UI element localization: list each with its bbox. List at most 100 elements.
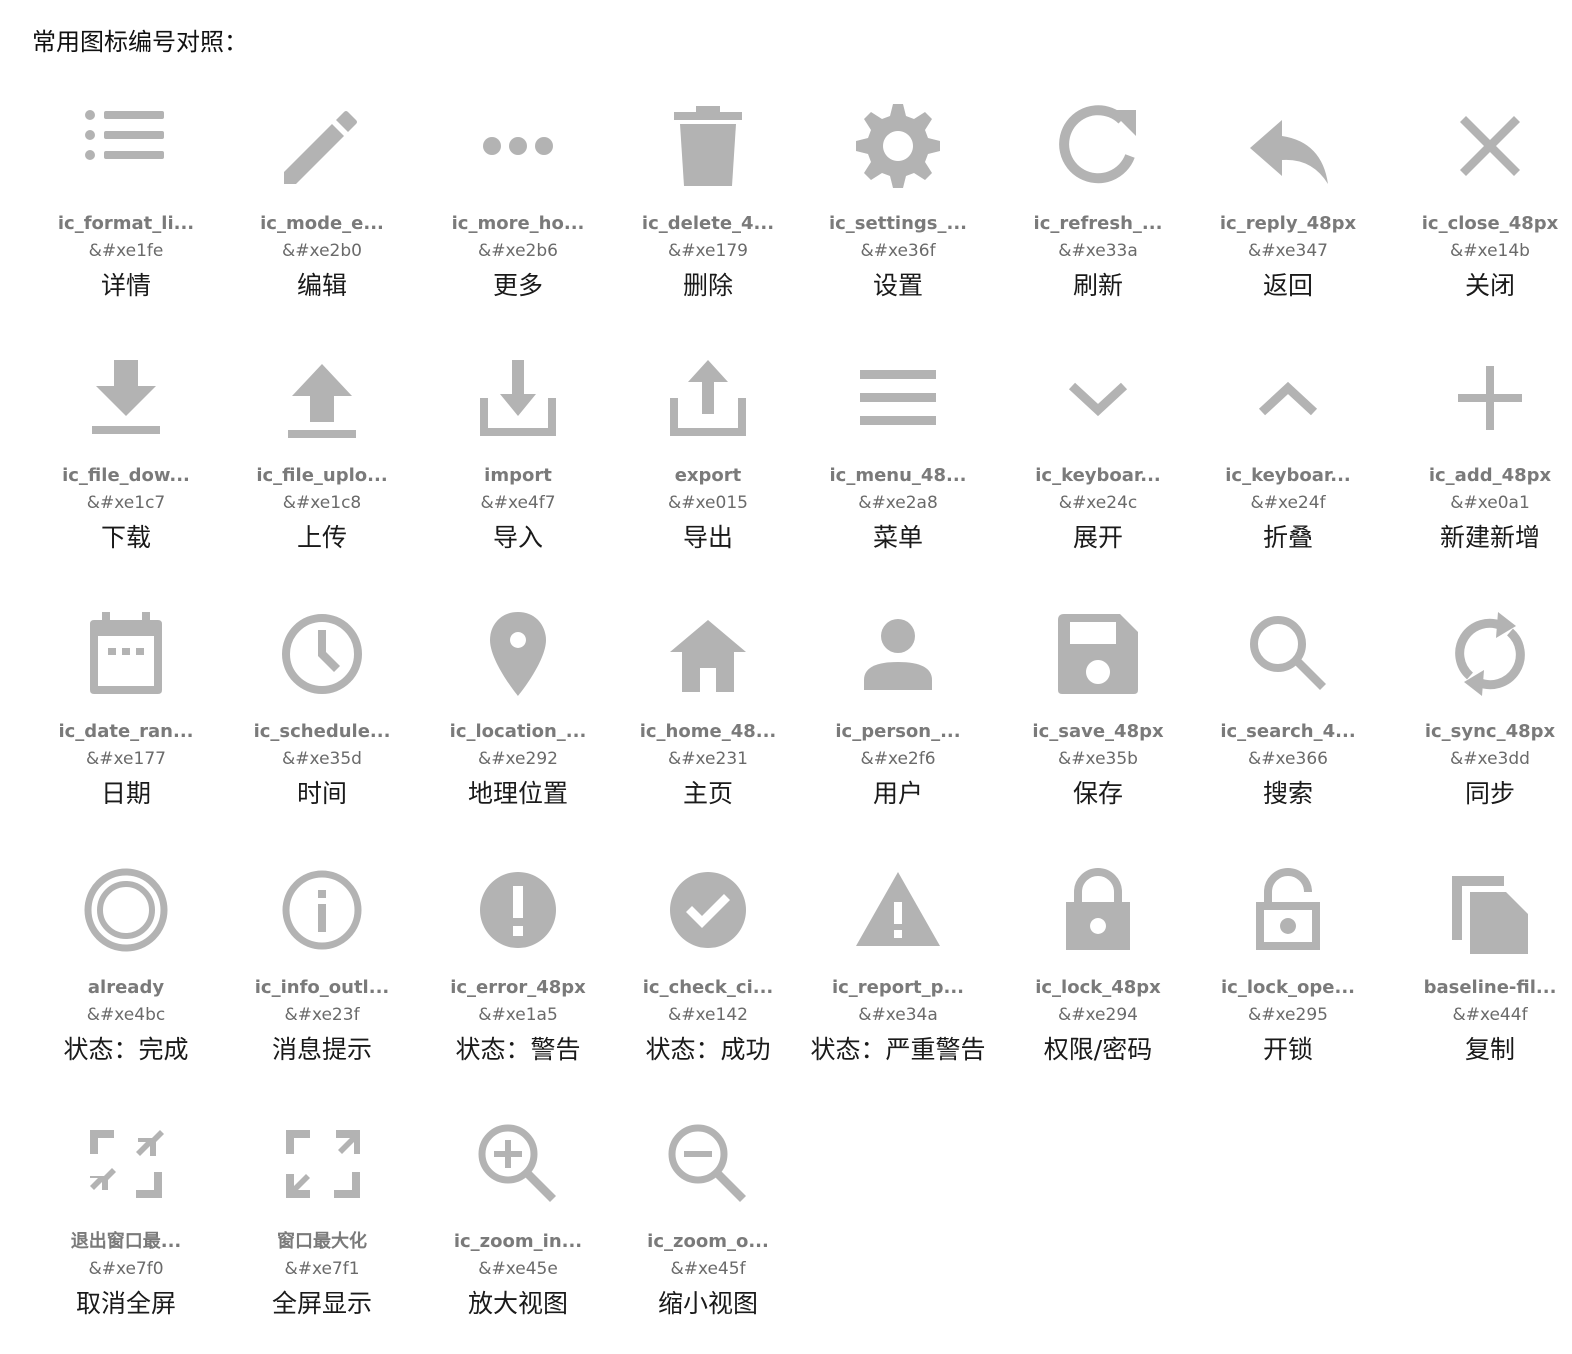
icon-code-label: &#xe292 — [478, 749, 558, 769]
icon-name-label: baseline-fil... — [1423, 977, 1557, 998]
icon-code-label: &#xe7f0 — [88, 1259, 164, 1279]
icon-description: 搜索 — [1262, 779, 1313, 808]
icon-card: ic_check_ci... &#xe142 状态：成功 — [610, 860, 806, 1100]
icon-name-label: ic_schedule... — [253, 721, 391, 742]
icon-name-label: import — [484, 465, 552, 486]
icon-name-label: ic_report_p... — [831, 977, 965, 998]
icon-code-label: &#xe142 — [668, 1005, 748, 1025]
add-icon — [1440, 348, 1540, 448]
zoom-out-icon — [658, 1114, 758, 1214]
icon-card: 窗口最大化 &#xe7f1 全屏显示 — [224, 1114, 420, 1354]
icon-description: 保存 — [1072, 779, 1123, 808]
icon-description: 放大视图 — [467, 1289, 568, 1318]
icon-card: ic_close_48px &#xe14b 关闭 — [1392, 96, 1572, 336]
icon-description: 新建新增 — [1439, 523, 1540, 552]
icon-name-label: ic_keyboar... — [1225, 465, 1351, 486]
icon-description: 状态：警告 — [455, 1035, 581, 1064]
icon-code-label: &#xe2a8 — [858, 493, 938, 513]
info-outline-icon — [272, 860, 372, 960]
menu-icon — [848, 348, 948, 448]
icon-card: ic_report_p... &#xe34a 状态：严重警告 — [800, 860, 996, 1100]
icon-card: ic_reply_48px &#xe347 返回 — [1190, 96, 1386, 336]
icon-code-label: &#xe1c7 — [86, 493, 166, 513]
icon-card: ic_more_ho... &#xe2b6 更多 — [420, 96, 616, 336]
save-icon — [1048, 604, 1148, 704]
icon-name-label: ic_close_48px — [1421, 213, 1559, 234]
icon-description: 展开 — [1072, 523, 1123, 552]
icon-description: 全屏显示 — [271, 1289, 372, 1318]
icon-name-label: ic_format_li... — [57, 213, 195, 234]
icon-description: 时间 — [296, 779, 347, 808]
icon-description: 缩小视图 — [657, 1289, 758, 1318]
refresh-icon — [1048, 96, 1148, 196]
icon-description: 同步 — [1464, 779, 1515, 808]
icon-description: 消息提示 — [271, 1035, 372, 1064]
icon-code-label: &#xe177 — [86, 749, 166, 769]
icon-card: export &#xe015 导出 — [610, 348, 806, 588]
more-horiz-icon — [468, 96, 568, 196]
location-icon — [468, 604, 568, 704]
icon-card: ic_settings_... &#xe36f 设置 — [800, 96, 996, 336]
icon-name-label: ic_zoom_in... — [453, 1231, 583, 1252]
icon-card: ic_lock_48px &#xe294 权限/密码 — [1000, 860, 1196, 1100]
file-copy-icon — [1440, 860, 1540, 960]
icon-code-label: &#xe44f — [1452, 1005, 1528, 1025]
icon-code-label: &#xe1a5 — [478, 1005, 558, 1025]
chevron-up-icon — [1238, 348, 1338, 448]
icon-description: 取消全屏 — [75, 1289, 176, 1318]
icon-description: 编辑 — [296, 271, 347, 300]
icon-code-label: &#xe45e — [478, 1259, 558, 1279]
icon-card: ic_add_48px &#xe0a1 新建新增 — [1392, 348, 1572, 588]
icon-code-label: &#xe24f — [1250, 493, 1326, 513]
icon-card: ic_search_4... &#xe366 搜索 — [1190, 604, 1386, 844]
icon-code-label: &#xe179 — [668, 241, 748, 261]
icon-name-label: ic_add_48px — [1428, 465, 1552, 486]
icon-name-label: ic_info_outl... — [254, 977, 390, 998]
check-circle-icon — [658, 860, 758, 960]
icon-description: 主页 — [682, 779, 733, 808]
icon-code-label: &#xe231 — [668, 749, 748, 769]
icon-card: ic_file_dow... &#xe1c7 下载 — [28, 348, 224, 588]
icon-description: 上传 — [296, 523, 347, 552]
icon-description: 刷新 — [1072, 271, 1123, 300]
icon-name-label: ic_refresh_... — [1033, 213, 1163, 234]
error-icon — [468, 860, 568, 960]
icon-description: 权限/密码 — [1043, 1035, 1153, 1064]
icon-card: 退出窗口最... &#xe7f0 取消全屏 — [28, 1114, 224, 1354]
icon-description: 删除 — [682, 271, 733, 300]
icon-description: 设置 — [872, 271, 923, 300]
search-icon — [1238, 604, 1338, 704]
icon-description: 开锁 — [1262, 1035, 1313, 1064]
file-upload-icon — [272, 348, 372, 448]
icon-name-label: ic_menu_48... — [829, 465, 967, 486]
icon-description: 返回 — [1262, 271, 1313, 300]
icon-name-label: ic_save_48px — [1032, 721, 1164, 742]
icon-description: 地理位置 — [467, 779, 568, 808]
chevron-down-icon — [1048, 348, 1148, 448]
icon-code-label: &#xe24c — [1058, 493, 1138, 513]
import-icon — [468, 348, 568, 448]
icon-card: ic_keyboar... &#xe24c 展开 — [1000, 348, 1196, 588]
icon-grid: ic_format_li... &#xe1fe 详情 ic_mode_e... &#xe… — [0, 0, 1572, 1344]
delete-icon — [658, 96, 758, 196]
zoom-in-icon — [468, 1114, 568, 1214]
format-list-icon — [76, 96, 176, 196]
icon-code-label: &#xe2b6 — [478, 241, 558, 261]
icon-name-label: 窗口最大化 — [277, 1231, 367, 1252]
icon-name-label: ic_sync_48px — [1424, 721, 1556, 742]
icon-card: ic_home_48... &#xe231 主页 — [610, 604, 806, 844]
icon-card: ic_file_uplo... &#xe1c8 上传 — [224, 348, 420, 588]
icon-description: 日期 — [100, 779, 151, 808]
report-problem-icon — [848, 860, 948, 960]
already-icon — [76, 860, 176, 960]
icon-description: 状态：成功 — [645, 1035, 771, 1064]
icon-card: ic_person_... &#xe2f6 用户 — [800, 604, 996, 844]
icon-card: ic_format_li... &#xe1fe 详情 — [28, 96, 224, 336]
sync-icon — [1440, 604, 1540, 704]
icon-code-label: &#xe2f6 — [860, 749, 936, 769]
icon-card: ic_sync_48px &#xe3dd 同步 — [1392, 604, 1572, 844]
icon-card: ic_lock_ope... &#xe295 开锁 — [1190, 860, 1386, 1100]
icon-name-label: 退出窗口最... — [70, 1231, 182, 1252]
icon-card: baseline-fil... &#xe44f 复制 — [1392, 860, 1572, 1100]
icon-name-label: ic_lock_48px — [1035, 977, 1161, 998]
